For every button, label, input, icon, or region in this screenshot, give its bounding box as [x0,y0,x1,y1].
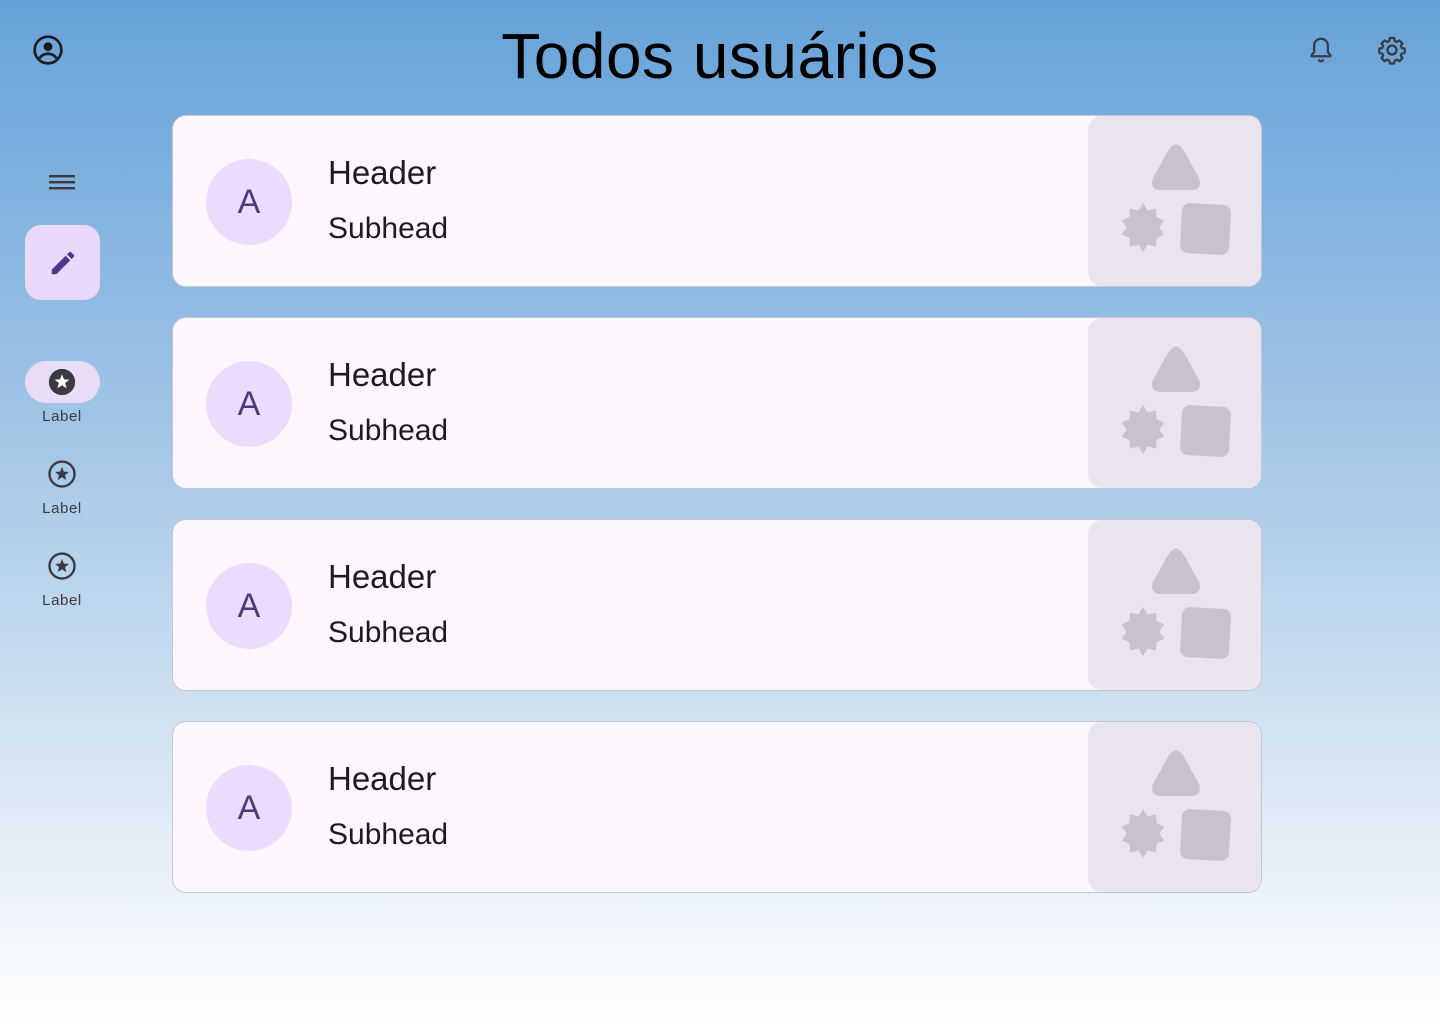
card-header: Header [328,154,437,191]
user-card[interactable]: A Header Subhead [172,317,1262,489]
compose-fab[interactable] [25,225,100,300]
avatar: A [206,563,292,649]
rail-item-3[interactable]: Label [14,545,110,609]
card-subhead: Subhead [328,414,449,447]
notifications-button[interactable] [1305,34,1337,66]
card-media [1088,520,1261,690]
card-media [1088,318,1261,488]
bell-icon [1310,37,1332,63]
avatar: A [206,361,292,447]
user-card[interactable]: A Header Subhead [172,115,1262,287]
rail-item-label: Label [42,500,82,517]
card-subhead: Subhead [328,212,449,245]
menu-icon [49,175,75,190]
rail-item-label: Label [42,592,82,609]
card-media [1088,722,1261,892]
user-card[interactable]: A Header Subhead [172,519,1262,691]
card-subhead: Subhead [328,616,449,649]
card-subhead: Subhead [328,818,449,851]
page-title: Todos usuários [501,20,939,92]
shapes-placeholder-icon [1121,346,1231,457]
avatar: A [206,159,292,245]
star-circle-icon [48,460,76,488]
rail-indicator [25,453,100,495]
rail-indicator [24,361,100,403]
card-media [1088,116,1261,286]
star-circle-icon [48,552,76,580]
rail-item-label: Label [42,408,82,425]
pencil-icon [51,251,74,274]
user-list: A Header Subhead A Header Subhead A Head… [172,115,1264,923]
card-header: Header [328,760,437,797]
user-card[interactable]: A Header Subhead [172,721,1262,893]
shapes-placeholder-icon [1121,144,1231,255]
star-circle-icon [48,368,76,396]
card-header: Header [328,558,437,595]
settings-button[interactable] [1376,34,1408,66]
rail-item-1[interactable]: Label [14,361,110,425]
rail-item-2[interactable]: Label [14,453,110,517]
gear-icon [1378,36,1406,65]
shapes-placeholder-icon [1121,548,1231,659]
shapes-placeholder-icon [1121,750,1231,861]
avatar: A [206,765,292,851]
rail-indicator [25,545,100,587]
card-header: Header [328,356,437,393]
menu-button[interactable] [42,164,82,200]
